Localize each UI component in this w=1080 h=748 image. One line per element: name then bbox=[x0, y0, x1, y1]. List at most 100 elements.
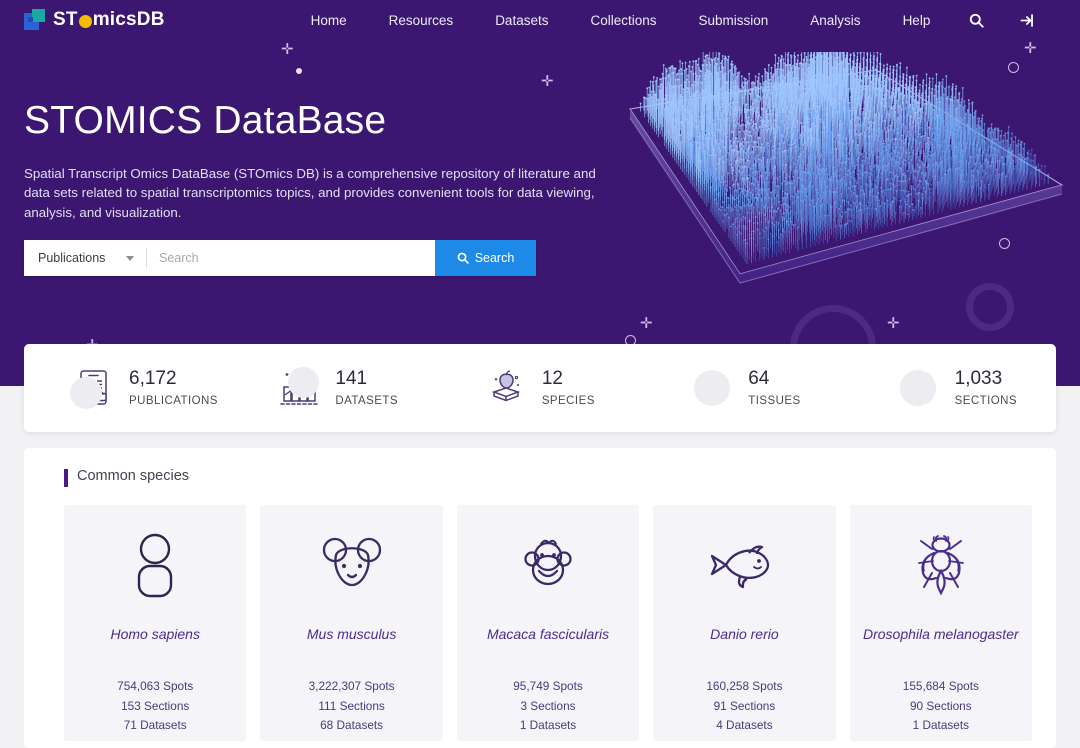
stat-datasets[interactable]: 141 DATASETS bbox=[230, 365, 436, 411]
nav-item-datasets[interactable]: Datasets bbox=[474, 7, 569, 34]
section-title: Common species bbox=[64, 468, 189, 484]
stat-label: SECTIONS bbox=[955, 395, 1017, 407]
chart-bar-icon bbox=[276, 365, 322, 411]
brain-gear-icon bbox=[689, 365, 735, 411]
species-datasets: 4 Datasets bbox=[706, 716, 782, 736]
species-card-homo-sapiens[interactable]: Homo sapiens 754,063 Spots 153 Sections … bbox=[64, 505, 246, 741]
species-sections: 153 Sections bbox=[117, 697, 193, 717]
species-name: Danio rerio bbox=[710, 625, 778, 663]
search-category-value: Publications bbox=[38, 251, 105, 265]
login-icon[interactable] bbox=[1002, 7, 1054, 34]
species-sections: 3 Sections bbox=[513, 697, 583, 717]
stat-value: 64 bbox=[748, 369, 800, 390]
species-card-danio-rerio[interactable]: Danio rerio 160,258 Spots 91 Sections 4 … bbox=[653, 505, 835, 741]
search-bar: Publications Search bbox=[24, 240, 536, 276]
nav-item-resources[interactable]: Resources bbox=[368, 7, 475, 34]
stat-publications[interactable]: 6,172 PUBLICATIONS bbox=[24, 365, 230, 411]
species-grid: Homo sapiens 754,063 Spots 153 Sections … bbox=[40, 505, 1032, 741]
apple-book-icon bbox=[483, 365, 529, 411]
statistics-card: 6,172 PUBLICATIONS 141 DATASETS bbox=[24, 344, 1056, 432]
stat-sections[interactable]: 1,033 SECTIONS bbox=[850, 365, 1056, 411]
chevron-down-icon bbox=[126, 256, 134, 261]
brand-o-dot-icon bbox=[79, 15, 92, 28]
decor-plus-icon: ✛ bbox=[1024, 41, 1037, 56]
species-sections: 90 Sections bbox=[903, 697, 979, 717]
network-nodes-icon bbox=[896, 365, 942, 411]
stat-value: 141 bbox=[335, 369, 398, 390]
stat-value: 6,172 bbox=[129, 369, 218, 390]
species-name: Macaca fascicularis bbox=[487, 625, 609, 663]
search-input[interactable] bbox=[147, 240, 435, 276]
stat-value: 12 bbox=[542, 369, 595, 390]
mouse-icon bbox=[316, 527, 388, 603]
species-datasets: 68 Datasets bbox=[309, 716, 395, 736]
search-button-label: Search bbox=[475, 251, 515, 265]
nav-item-collections[interactable]: Collections bbox=[569, 7, 677, 34]
stat-label: SPECIES bbox=[542, 395, 595, 407]
species-stats: 95,749 Spots 3 Sections 1 Datasets bbox=[513, 677, 583, 736]
nav-links: Home Resources Datasets Collections Subm… bbox=[290, 7, 1055, 34]
brand-prefix: ST bbox=[53, 9, 78, 31]
stat-species[interactable]: 12 SPECIES bbox=[437, 365, 643, 411]
species-spots: 754,063 Spots bbox=[117, 677, 193, 697]
decor-dot-icon bbox=[296, 68, 302, 74]
brand-text: ST micsDB bbox=[53, 9, 165, 31]
species-spots: 155,684 Spots bbox=[903, 677, 979, 697]
species-stats: 754,063 Spots 153 Sections 71 Datasets bbox=[117, 677, 193, 736]
nav-item-home[interactable]: Home bbox=[290, 7, 368, 34]
hero-subtitle: Spatial Transcript Omics DataBase (STOmi… bbox=[24, 164, 624, 223]
fly-icon bbox=[908, 527, 974, 603]
species-name: Homo sapiens bbox=[110, 625, 200, 663]
decor-ring-large-icon bbox=[966, 283, 1014, 331]
hero-content: STOMICS DataBase Spatial Transcript Omic… bbox=[24, 98, 644, 222]
brand-suffix: micsDB bbox=[93, 9, 165, 31]
section-header: Common species bbox=[40, 468, 1032, 484]
stat-label: DATASETS bbox=[335, 395, 398, 407]
monkey-icon bbox=[515, 527, 581, 603]
nav-item-submission[interactable]: Submission bbox=[678, 7, 790, 34]
species-card-macaca-fascicularis[interactable]: Macaca fascicularis 95,749 Spots 3 Secti… bbox=[457, 505, 639, 741]
decor-ring-icon bbox=[1008, 62, 1019, 73]
species-datasets: 1 Datasets bbox=[513, 716, 583, 736]
publication-icon bbox=[70, 365, 116, 411]
species-sections: 91 Sections bbox=[706, 697, 782, 717]
nav-item-help[interactable]: Help bbox=[882, 7, 952, 34]
decor-ring-icon bbox=[999, 238, 1010, 249]
hero-banner: ✛ ✛ ✛ ✛ ✛ ✛ ST micsDB bbox=[0, 0, 1080, 386]
page-title: STOMICS DataBase bbox=[24, 98, 644, 145]
stat-label: TISSUES bbox=[748, 395, 800, 407]
stat-label: PUBLICATIONS bbox=[129, 395, 218, 407]
decor-plus-icon: ✛ bbox=[541, 74, 554, 89]
species-sections: 111 Sections bbox=[309, 697, 395, 717]
species-stats: 160,258 Spots 91 Sections 4 Datasets bbox=[706, 677, 782, 736]
fish-icon bbox=[704, 527, 784, 603]
decor-plus-icon: ✛ bbox=[887, 316, 900, 331]
species-stats: 3,222,307 Spots 111 Sections 68 Datasets bbox=[309, 677, 395, 736]
species-name: Drosophila melanogaster bbox=[863, 625, 1019, 663]
decor-plus-icon: ✛ bbox=[640, 316, 653, 331]
search-button[interactable]: Search bbox=[435, 240, 536, 276]
search-icon bbox=[457, 252, 469, 264]
nav-item-analysis[interactable]: Analysis bbox=[789, 7, 881, 34]
top-navigation-bar: ST micsDB Home Resources Datasets Collec… bbox=[0, 0, 1080, 40]
species-card-mus-musculus[interactable]: Mus musculus 3,222,307 Spots 111 Section… bbox=[260, 505, 442, 741]
stat-value: 1,033 bbox=[955, 369, 1017, 390]
species-card-drosophila-melanogaster[interactable]: Drosophila melanogaster 155,684 Spots 90… bbox=[850, 505, 1032, 741]
species-spots: 95,749 Spots bbox=[513, 677, 583, 697]
species-stats: 155,684 Spots 90 Sections 1 Datasets bbox=[903, 677, 979, 736]
decor-plus-icon: ✛ bbox=[281, 42, 294, 57]
species-datasets: 1 Datasets bbox=[903, 716, 979, 736]
section-accent-bar bbox=[64, 469, 68, 487]
species-spots: 160,258 Spots bbox=[706, 677, 782, 697]
species-datasets: 71 Datasets bbox=[117, 716, 193, 736]
brand-logo[interactable]: ST micsDB bbox=[24, 9, 165, 31]
stat-tissues[interactable]: 64 TISSUES bbox=[643, 365, 849, 411]
common-species-section: Common species Homo sapiens 754,063 Spot… bbox=[24, 448, 1056, 748]
species-spots: 3,222,307 Spots bbox=[309, 677, 395, 697]
search-category-select[interactable]: Publications bbox=[24, 240, 147, 276]
search-icon[interactable] bbox=[951, 7, 1002, 34]
spatial-chip-artwork bbox=[600, 52, 1070, 342]
human-icon bbox=[123, 527, 187, 603]
logo-mark-icon bbox=[24, 9, 46, 31]
species-name: Mus musculus bbox=[307, 625, 396, 663]
